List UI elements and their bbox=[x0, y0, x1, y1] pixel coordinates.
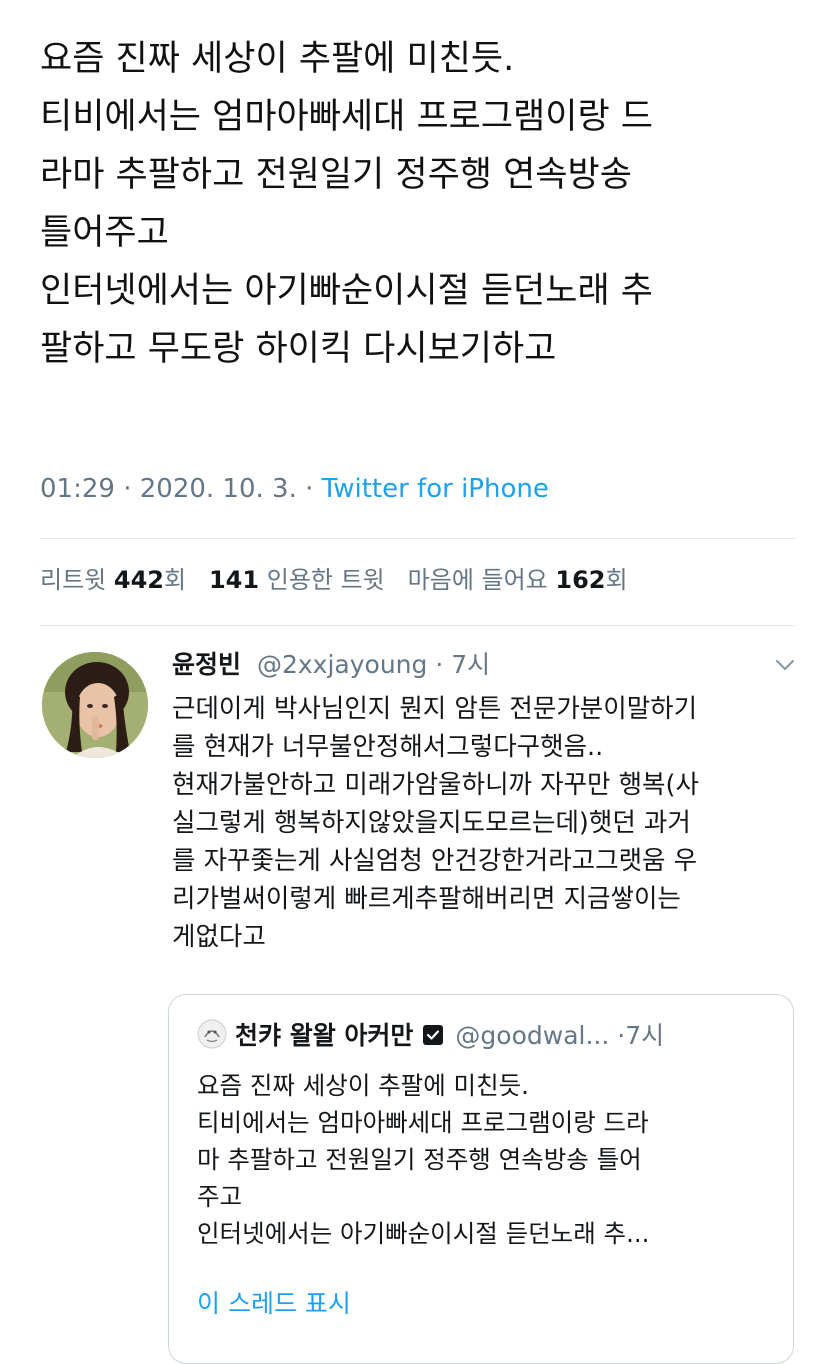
quote-stat[interactable]: 141 인용한 트윗 bbox=[209, 566, 385, 594]
retweet-unit: 회 bbox=[164, 566, 187, 594]
quote-count: 141 bbox=[208, 566, 260, 594]
reply-line: 게없다고 bbox=[172, 922, 266, 952]
like-count: 162 bbox=[555, 566, 606, 594]
reply-line: 실그렇게 행복하지않았을지도모르는데)햇던 과거 bbox=[172, 808, 691, 838]
show-thread-link[interactable]: 이 스레드 표시 bbox=[197, 1285, 351, 1323]
main-tweet-line: 팔하고 무도랑 하이킥 다시보기하고 bbox=[40, 329, 557, 369]
retweet-label: 리트윗 bbox=[40, 566, 107, 594]
reply-line: 리가벌써이렇게 빠르게추팔해버리면 지금쌓이는 bbox=[172, 884, 681, 914]
quoted-line: 인터넷에서는 아기빠순이시절 듣던노래 추... bbox=[197, 1219, 650, 1248]
separator: · bbox=[123, 474, 132, 504]
reply-line: 현재가불안하고 미래가암울하니까 자꾸만 행복(사 bbox=[172, 770, 699, 800]
avatar-photo bbox=[42, 652, 148, 758]
quoted-author-name: 천캬 왈왈 아커만 bbox=[235, 1021, 414, 1050]
main-tweet-line: 인터넷에서는 아기빠순이시절 듣던노래 추 bbox=[40, 271, 653, 311]
quoted-time: ·7시 bbox=[617, 1021, 665, 1050]
reply-author-name[interactable]: 윤정빈 bbox=[172, 650, 241, 679]
quoted-avatar-icon bbox=[197, 1019, 227, 1049]
reply-text: 근데이게 박사님인지 뭔지 암튼 전문가분이말하기 를 현재가 너무불안정해서그… bbox=[172, 690, 812, 956]
quoted-tweet-text: 요즘 진짜 세상이 추팔에 미친듯. 티비에서는 엄마아빠세대 프로그램이랑 드… bbox=[197, 1067, 777, 1252]
reply-time[interactable]: · 7시 bbox=[435, 650, 490, 679]
quoted-line: 마 추팔하고 전원일기 정주행 연속방송 틀어 bbox=[197, 1145, 642, 1174]
quoted-line: 주고 bbox=[197, 1182, 243, 1211]
divider bbox=[40, 625, 795, 626]
reply-author-handle[interactable]: @2xxjayoung bbox=[257, 650, 427, 679]
lock-icon bbox=[421, 1020, 445, 1045]
retweet-count: 442 bbox=[113, 566, 164, 594]
main-tweet-line: 틀어주고 bbox=[40, 213, 169, 253]
main-tweet-text: 요즘 진짜 세상이 추팔에 미친듯. 티비에서는 엄마아빠세대 프로그램이랑 드… bbox=[40, 30, 820, 378]
main-tweet-line: 요즘 진짜 세상이 추팔에 미친듯. bbox=[40, 39, 515, 79]
like-unit: 회 bbox=[605, 566, 628, 594]
tweet-date[interactable]: 2020. 10. 3. bbox=[140, 474, 297, 504]
reply-line: 근데이게 박사님인지 뭔지 암튼 전문가분이말하기 bbox=[172, 694, 698, 724]
divider bbox=[40, 538, 795, 539]
retweet-stat[interactable]: 리트윗 442회 bbox=[40, 566, 186, 594]
reply-line: 를 자꾸좇는게 사실엄청 안건강한거라고그랫움 우 bbox=[172, 846, 698, 876]
reply-line: 를 현재가 너무불안정해서그렇다구햇음.. bbox=[172, 732, 604, 762]
avatar[interactable] bbox=[42, 652, 148, 758]
quoted-tweet-card[interactable]: 천캬 왈왈 아커만 @goodwal... ·7시 요즘 진짜 세상이 추팔에 … bbox=[168, 994, 794, 1364]
separator: · bbox=[305, 474, 314, 504]
main-tweet-line: 라마 추팔하고 전원일기 정주행 연속방송 bbox=[40, 155, 632, 195]
main-tweet-line: 티비에서는 엄마아빠세대 프로그램이랑 드 bbox=[40, 97, 653, 137]
tweet-source-link[interactable]: Twitter for iPhone bbox=[322, 474, 549, 504]
tweet-stats-row: 리트윗 442회 141 인용한 트윗 마음에 들어요 162회 bbox=[40, 562, 628, 598]
like-label: 마음에 들어요 bbox=[407, 566, 548, 594]
quoted-author-handle: @goodwal... bbox=[455, 1021, 610, 1050]
reply-header: 윤정빈 @2xxjayoung · 7시 bbox=[172, 646, 490, 684]
tweet-timestamp-row: 01:29 · 2020. 10. 3. · Twitter for iPhon… bbox=[40, 471, 549, 507]
quoted-line: 요즘 진짜 세상이 추팔에 미친듯. bbox=[197, 1071, 529, 1100]
quoted-line: 티비에서는 엄마아빠세대 프로그램이랑 드라 bbox=[197, 1108, 649, 1137]
chevron-down-icon[interactable] bbox=[770, 652, 800, 678]
tweet-time[interactable]: 01:29 bbox=[40, 474, 115, 504]
like-stat[interactable]: 마음에 들어요 162회 bbox=[408, 566, 628, 594]
quote-label: 인용한 트윗 bbox=[266, 566, 385, 594]
quoted-tweet-header: 천캬 왈왈 아커만 @goodwal... ·7시 bbox=[197, 1017, 664, 1055]
